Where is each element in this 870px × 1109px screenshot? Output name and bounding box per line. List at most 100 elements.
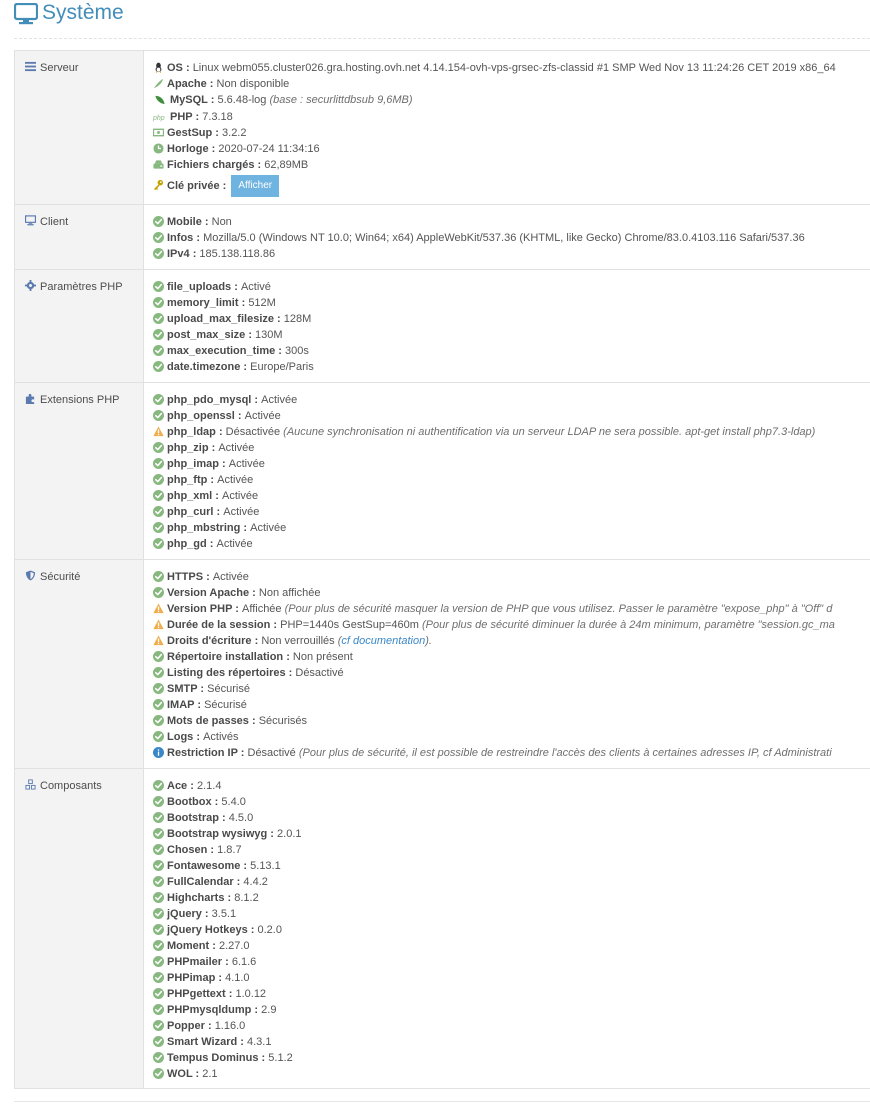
row-key: php_curl xyxy=(167,506,214,519)
section-securite: Sécurité HTTPS : Activée Version Apache :… xyxy=(14,559,870,770)
info-row: Logs : Activés xyxy=(153,729,870,745)
info-row: php_pdo_mysql : Activée xyxy=(153,392,870,408)
info-row: Répertoire installation : Non présent xyxy=(153,649,870,665)
row-key: Répertoire installation xyxy=(167,651,284,664)
row-value: Activée xyxy=(244,410,281,423)
linux-icon xyxy=(155,62,162,73)
check-circle-icon xyxy=(153,892,164,903)
info-row-horloge: Horloge : 2020-07-24 11:34:16 xyxy=(153,141,870,157)
hdd-icon xyxy=(153,160,164,169)
row-value: Désactivée xyxy=(225,426,281,439)
row-value: 512M xyxy=(248,297,276,310)
info-row: Infos : Mozilla/5.0 (Windows NT 10.0; Wi… xyxy=(153,230,870,246)
row-value: 128M xyxy=(283,313,312,326)
info-row: Moment : 2.27.0 xyxy=(153,938,870,954)
check-circle-icon xyxy=(153,683,164,694)
info-row: php_openssl : Activée xyxy=(153,408,870,424)
info-row: php_curl : Activée xyxy=(153,504,870,520)
row-key: Smart Wizard xyxy=(167,1036,238,1049)
section-parametres-php: Paramètres PHP file_uploads : Activé memo… xyxy=(14,269,870,384)
bottom-divider xyxy=(14,1101,870,1102)
check-circle-icon xyxy=(153,844,164,855)
info-row-mysql: MySQL : 5.6.48-log (base : securlittdbsu… xyxy=(153,92,870,108)
check-circle-icon xyxy=(153,1020,164,1031)
client-rows: Mobile : Non Infos : Mozilla/5.0 (Windows… xyxy=(144,205,870,268)
row-key: PHPmysqldump xyxy=(167,1004,252,1017)
row-value: 5.13.1 xyxy=(250,860,281,873)
check-circle-icon xyxy=(153,796,164,807)
info-row-php: php PHP : 7.3.18 xyxy=(153,110,233,123)
row-key: FullCalendar xyxy=(167,876,234,889)
info-row: php_gd : Activée xyxy=(153,536,870,552)
row-key: Chosen xyxy=(167,844,208,857)
row-key: Mots de passes xyxy=(167,715,249,728)
check-circle-icon xyxy=(153,908,164,919)
section-label: Sécurité xyxy=(15,560,143,583)
documentation-link[interactable]: cf documentation xyxy=(341,635,425,647)
row-value: Sécurisé xyxy=(204,699,247,712)
check-circle-icon xyxy=(153,538,164,549)
row-value: Activée xyxy=(218,442,255,455)
row-key: max_execution_time xyxy=(167,345,276,358)
section-extensions-php: Extensions PHP php_pdo_mysql : Activée ph… xyxy=(14,382,870,561)
check-circle-icon xyxy=(153,828,164,839)
feather-icon xyxy=(153,79,164,89)
row-note: (Pour plus de sécurité masquer la versio… xyxy=(284,603,833,616)
row-value: 300s xyxy=(285,345,309,358)
info-row: PHPmailer : 6.1.6 xyxy=(153,954,870,970)
check-circle-icon xyxy=(153,216,164,227)
row-value: 1.0.12 xyxy=(235,988,267,1001)
php-ext-rows: php_pdo_mysql : Activée php_openssl : Act… xyxy=(144,383,870,558)
row-value: 1.8.7 xyxy=(217,844,242,857)
row-value: Activée xyxy=(212,571,249,584)
info-row: Tempus Dominus : 5.1.2 xyxy=(153,1050,870,1066)
check-circle-icon xyxy=(153,345,164,356)
row-key: Version PHP xyxy=(167,603,233,616)
row-value: 4.1.0 xyxy=(225,972,250,985)
info-row: Version PHP : Affichée (Pour plus de séc… xyxy=(153,601,870,617)
list-icon xyxy=(25,61,36,72)
row-key: jQuery Hotkeys xyxy=(167,924,248,937)
info-row: Popper : 1.16.0 xyxy=(153,1018,870,1034)
info-row: max_execution_time : 300s xyxy=(153,343,870,359)
check-circle-icon xyxy=(153,281,164,292)
row-key: date.timezone xyxy=(167,361,241,374)
row-key: PHPgettext xyxy=(167,988,226,1001)
warning-icon xyxy=(153,619,164,630)
info-row: Fontawesome : 5.13.1 xyxy=(153,858,870,874)
row-value: Activée xyxy=(228,458,265,471)
row-value: Désactivé xyxy=(295,667,344,680)
row-value: 4.3.1 xyxy=(246,1036,272,1049)
row-value: 4.4.2 xyxy=(243,876,268,889)
row-value: Non xyxy=(211,216,232,229)
info-row: Version Apache : Non affichée xyxy=(153,585,870,601)
row-value: Sécurisés xyxy=(258,715,307,728)
row-key: HTTPS xyxy=(167,571,204,584)
row-value: Activée xyxy=(261,394,298,407)
row-note: (cf documentation). xyxy=(337,635,432,648)
row-note: (Aucune synchronisation ni authentificat… xyxy=(283,426,816,439)
row-value: Activée xyxy=(216,538,253,551)
row-value: 5.1.2 xyxy=(268,1052,293,1065)
info-row: Mots de passes : Sécurisés xyxy=(153,713,870,729)
securite-rows: HTTPS : Activée Version Apache : Non affi… xyxy=(144,560,870,767)
info-row: post_max_size : 130M xyxy=(153,327,870,343)
check-circle-icon xyxy=(153,297,164,308)
row-value: 4.5.0 xyxy=(228,812,254,825)
show-private-key-button[interactable]: Afficher xyxy=(231,175,280,198)
info-row: IPv4 : 185.138.118.86 xyxy=(153,246,870,262)
row-value: Activée xyxy=(250,522,287,535)
info-row: file_uploads : Activé xyxy=(153,279,870,295)
page-header: Système xyxy=(14,0,870,39)
info-row: date.timezone : Europe/Paris xyxy=(153,359,870,375)
info-row: php_ftp : Activée xyxy=(153,472,870,488)
check-circle-icon xyxy=(153,876,164,887)
check-circle-icon xyxy=(153,410,164,421)
row-key: Bootstrap xyxy=(167,812,219,825)
info-row: FullCalendar : 4.4.2 xyxy=(153,874,870,890)
row-value: 5.4.0 xyxy=(221,796,246,809)
row-key: php_zip xyxy=(167,442,209,455)
composants-rows: Ace : 2.1.4 Bootbox : 5.4.0 Bootstrap : 4.… xyxy=(144,769,870,1088)
info-row-cle-privee: Clé privée : Afficher xyxy=(153,174,870,198)
info-row: PHPgettext : 1.0.12 xyxy=(153,986,870,1002)
